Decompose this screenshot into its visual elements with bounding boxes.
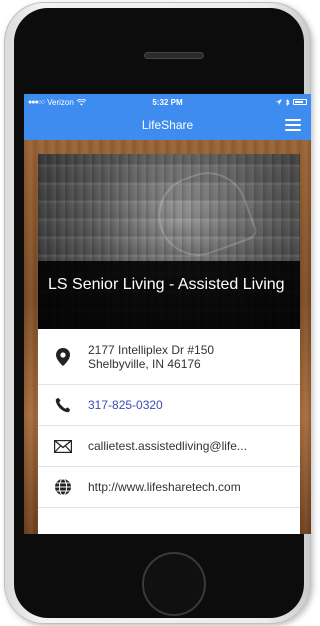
website-row[interactable]: http://www.lifesharetech.com: [38, 467, 300, 508]
home-button[interactable]: [142, 552, 206, 616]
app-title: LifeShare: [141, 118, 194, 132]
phone-icon: [52, 394, 74, 416]
app-header: LifeShare: [24, 110, 311, 140]
address-line-1: 2177 Intelliplex Dr #150: [88, 342, 215, 357]
globe-icon: [52, 476, 74, 498]
status-right: [276, 98, 307, 106]
heart-carving-decoration: [147, 161, 259, 267]
email-link[interactable]: callietest.assistedliving@life...: [88, 439, 247, 453]
status-time: 5:32 PM: [152, 97, 183, 107]
location-pin-icon: [52, 346, 74, 368]
address-row[interactable]: 2177 Intelliplex Dr #150 Shelbyville, IN…: [38, 329, 300, 385]
location-arrow-icon: [276, 99, 282, 105]
bluetooth-icon: [285, 98, 290, 106]
phone-row[interactable]: 317-825-0320: [38, 385, 300, 426]
contact-info-list: 2177 Intelliplex Dr #150 Shelbyville, IN…: [38, 329, 300, 508]
status-bar: ●●●○○ Verizon 5:32 PM: [24, 94, 311, 110]
website-link[interactable]: http://www.lifesharetech.com: [88, 480, 241, 494]
listing-title: LS Senior Living - Assisted Living: [38, 261, 300, 329]
address-line-2: Shelbyville, IN 46176: [88, 356, 201, 371]
listing-card: LS Senior Living - Assisted Living 2177 …: [38, 154, 300, 534]
listing-hero-image: LS Senior Living - Assisted Living: [38, 154, 300, 329]
speaker-grille: [144, 52, 204, 59]
address-text: 2177 Intelliplex Dr #150 Shelbyville, IN…: [88, 343, 214, 371]
phone-link[interactable]: 317-825-0320: [88, 398, 163, 412]
envelope-icon: [52, 435, 74, 457]
app-screen: ●●●○○ Verizon 5:32 PM LifeShare LS Senio…: [24, 94, 311, 534]
email-row[interactable]: callietest.assistedliving@life...: [38, 426, 300, 467]
hamburger-menu-icon[interactable]: [285, 119, 301, 131]
battery-icon: [293, 99, 307, 105]
